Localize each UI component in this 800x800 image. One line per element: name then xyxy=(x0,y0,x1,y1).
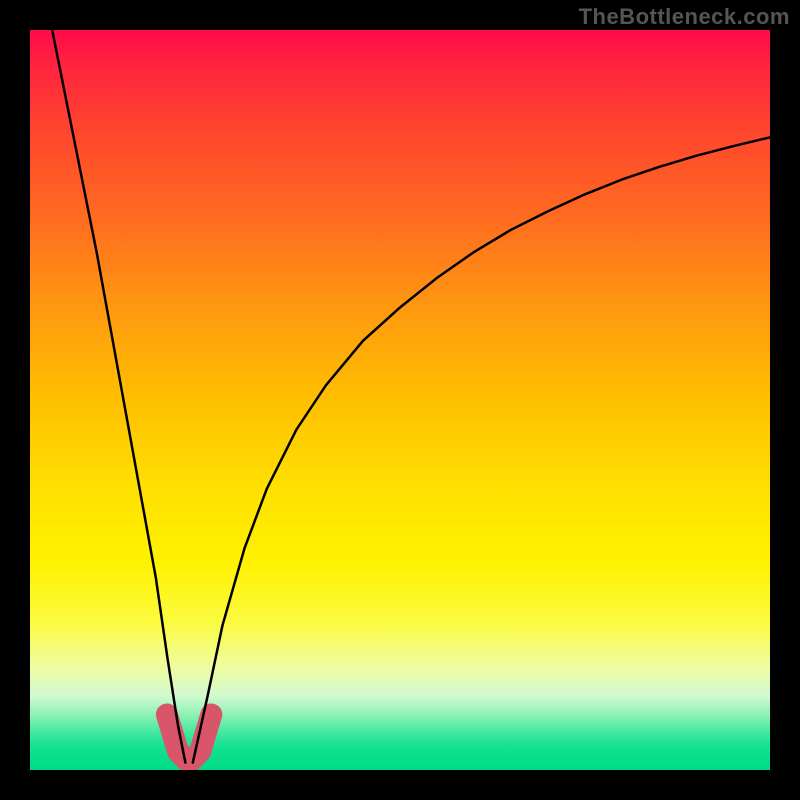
bottom-highlight-curve xyxy=(167,715,211,763)
plot-area xyxy=(30,30,770,770)
watermark-text: TheBottleneck.com xyxy=(579,4,790,30)
right-curve xyxy=(193,137,770,762)
left-curve xyxy=(52,30,185,763)
curve-overlay xyxy=(30,30,770,770)
chart-frame: TheBottleneck.com xyxy=(0,0,800,800)
